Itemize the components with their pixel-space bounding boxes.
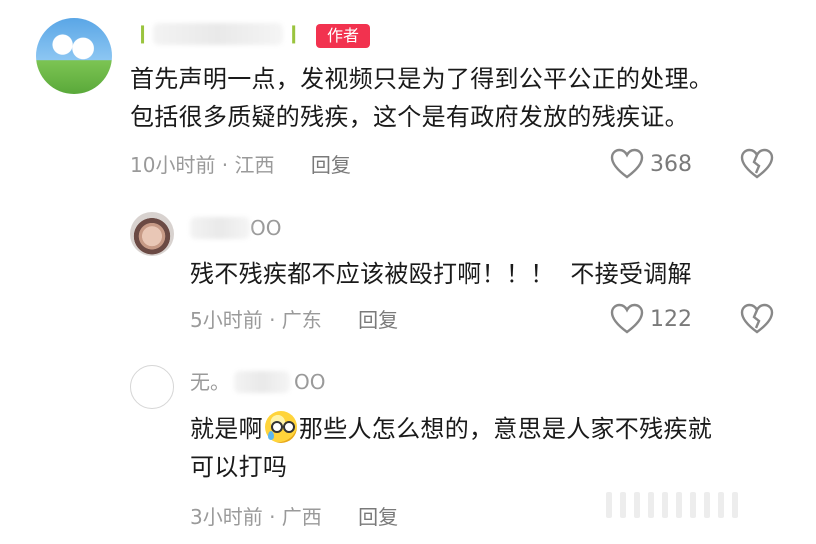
avatar[interactable]	[36, 18, 112, 94]
tear-emoji-icon	[264, 411, 297, 443]
reply-button[interactable]: 回复	[358, 505, 398, 529]
like-count: 368	[650, 151, 692, 177]
broken-heart-icon	[740, 303, 774, 334]
username[interactable]: 无。 OO	[190, 368, 325, 396]
dislike-button[interactable]	[740, 148, 774, 184]
like-button[interactable]: 122	[610, 303, 692, 335]
blurred-username	[190, 217, 250, 239]
comment-meta: 3小时前 · 广西 回复	[190, 502, 398, 532]
blurred-username	[153, 23, 284, 45]
like-count: 122	[650, 306, 692, 332]
heart-icon	[610, 148, 644, 179]
author-badge: 作者	[316, 24, 370, 48]
comment-text: 就是啊 那些人怎么想的，意思是人家不残疾就 可以打吗	[190, 410, 712, 486]
time-location: 10小时前 · 江西	[130, 153, 275, 177]
avatar[interactable]	[130, 365, 174, 409]
reply-button[interactable]: 回复	[358, 308, 398, 332]
time-location: 5小时前 · 广东	[190, 308, 322, 332]
username[interactable]: OO	[190, 214, 281, 242]
comment-meta: 10小时前 · 江西 回复	[130, 150, 351, 180]
time-location: 3小时前 · 广西	[190, 505, 322, 529]
blurred-username	[234, 371, 290, 393]
username[interactable]: ❙ ❙	[132, 20, 304, 48]
comment-text: 残不残疾都不应该被殴打啊！！！ 不接受调解	[190, 260, 692, 288]
like-button[interactable]: 368	[610, 148, 692, 180]
reply-button[interactable]: 回复	[311, 153, 351, 177]
watermark	[606, 490, 776, 520]
dislike-button[interactable]	[740, 303, 774, 339]
comment-meta: 5小时前 · 广东 回复	[190, 305, 398, 335]
badge-leaf-icon: ❙	[286, 23, 302, 44]
heart-icon	[610, 303, 644, 334]
badge-leaf-icon: ❙	[135, 23, 151, 44]
comment-text: 首先声明一点，发视频只是为了得到公平公正的处理。 包括很多质疑的残疾，这个是有政…	[130, 65, 714, 131]
broken-heart-icon	[740, 148, 774, 179]
avatar[interactable]	[130, 212, 174, 256]
